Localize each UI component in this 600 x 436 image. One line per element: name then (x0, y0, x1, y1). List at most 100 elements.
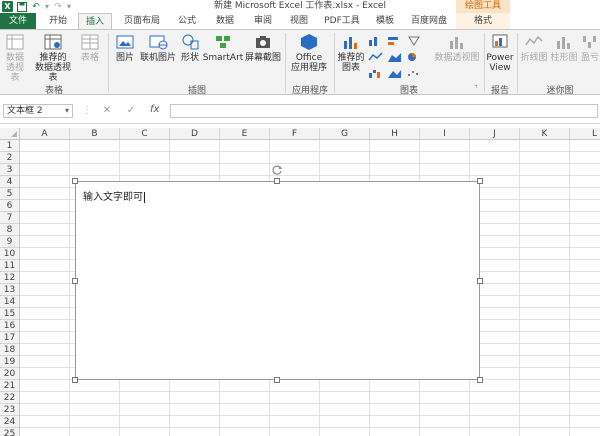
column-header[interactable]: B (70, 128, 120, 140)
resize-handle-right[interactable] (477, 278, 483, 284)
tab-pdf-tools[interactable]: PDF工具 (320, 13, 364, 29)
grid-line (20, 391, 600, 392)
tab-page-layout[interactable]: 页面布局 (118, 13, 166, 29)
row-header[interactable]: 1 (0, 140, 20, 152)
shapes-button[interactable]: 形状 (178, 33, 202, 63)
power-view-icon (492, 34, 508, 48)
row-header[interactable]: 23 (0, 404, 20, 416)
column-header[interactable]: D (170, 128, 220, 140)
column-chart-icon[interactable] (368, 36, 384, 46)
tab-data[interactable]: 数据 (210, 13, 240, 29)
column-header[interactable]: I (420, 128, 470, 140)
screenshot-label: 屏幕截图 (244, 53, 281, 63)
row-header[interactable]: 24 (0, 416, 20, 428)
sparkline-line-button[interactable]: 折线图 (520, 33, 548, 63)
column-header[interactable]: L (570, 128, 600, 140)
resize-handle-bottom-right[interactable] (477, 377, 483, 383)
pictures-button[interactable]: 图片 (112, 33, 138, 63)
select-all-button[interactable] (0, 128, 20, 140)
resize-handle-left[interactable] (72, 278, 78, 284)
column-header[interactable]: K (520, 128, 570, 140)
row-header[interactable]: 13 (0, 284, 20, 296)
tab-insert[interactable]: 插入 (78, 13, 112, 30)
row-header[interactable]: 18 (0, 344, 20, 356)
online-pictures-button[interactable]: 联机图片 (140, 33, 176, 63)
row-header[interactable]: 3 (0, 164, 20, 176)
combo-chart-icon[interactable] (387, 68, 403, 78)
bar-chart-icon[interactable] (387, 36, 403, 46)
insert-function-button[interactable]: fx (150, 104, 159, 115)
name-box[interactable]: 文本框 2 ▾ (3, 104, 73, 118)
sparkline-winloss-button[interactable]: 盈亏 (580, 33, 600, 63)
row-header[interactable]: 6 (0, 200, 20, 212)
grid-line (20, 163, 600, 164)
area-chart-icon[interactable] (387, 52, 403, 62)
column-header[interactable]: J (470, 128, 520, 140)
row-header[interactable]: 20 (0, 368, 20, 380)
resize-handle-bottom-left[interactable] (72, 377, 78, 383)
row-header[interactable]: 22 (0, 392, 20, 404)
tab-templates[interactable]: 模板 (370, 13, 400, 29)
column-header[interactable]: F (270, 128, 320, 140)
power-view-button[interactable]: Power View (486, 33, 514, 73)
rotate-handle-icon[interactable] (272, 165, 283, 176)
column-header[interactable]: H (370, 128, 420, 140)
charts-dialog-launcher-icon[interactable]: ⌝ (474, 84, 478, 93)
tab-formulas[interactable]: 公式 (172, 13, 202, 29)
screenshot-button[interactable]: 屏幕截图 (244, 33, 282, 63)
row-header[interactable]: 14 (0, 296, 20, 308)
waterfall-chart-icon[interactable] (368, 68, 384, 78)
resize-handle-bottom[interactable] (274, 377, 280, 383)
tab-view[interactable]: 视图 (284, 13, 314, 29)
scatter-chart-icon[interactable] (406, 68, 422, 78)
table-button[interactable]: 表格 (78, 33, 102, 63)
row-header[interactable]: 11 (0, 260, 20, 272)
pivot-table-button[interactable]: 数据 透视表 (2, 33, 28, 83)
row-header[interactable]: 9 (0, 236, 20, 248)
tab-home[interactable]: 开始 (42, 13, 74, 29)
tab-baidu-netdisk[interactable]: 百度网盘 (406, 13, 452, 29)
row-header[interactable]: 12 (0, 272, 20, 284)
row-header[interactable]: 16 (0, 320, 20, 332)
resize-handle-top-left[interactable] (72, 178, 78, 184)
tab-format[interactable]: 格式 (456, 13, 510, 29)
recommended-pivot-button[interactable]: 推荐的 数据透视表 (32, 33, 74, 83)
row-header[interactable]: 10 (0, 248, 20, 260)
tab-file[interactable]: 文件 (0, 13, 36, 29)
column-header[interactable]: A (20, 128, 70, 140)
pie-chart-icon[interactable] (406, 52, 422, 62)
row-header[interactable]: 4 (0, 176, 20, 188)
cancel-icon[interactable]: ✕ (100, 104, 114, 118)
row-header[interactable]: 17 (0, 332, 20, 344)
line-chart-icon[interactable] (368, 52, 384, 62)
column-header[interactable]: C (120, 128, 170, 140)
column-header[interactable]: G (320, 128, 370, 140)
hierarchy-chart-icon[interactable] (406, 36, 422, 46)
resize-handle-top[interactable] (274, 178, 280, 184)
office-apps-button[interactable]: Office 应用程序 (288, 33, 330, 73)
resize-handle-top-right[interactable] (477, 178, 483, 184)
row-header[interactable]: 2 (0, 152, 20, 164)
enter-icon[interactable]: ✓ (124, 104, 138, 118)
smartart-button[interactable]: SmartArt (203, 33, 243, 63)
name-box-dropdown-icon[interactable]: ▾ (65, 105, 69, 117)
pivot-chart-button[interactable]: 数据透视图 (434, 33, 480, 63)
sparkline-column-button[interactable]: 柱形图 (550, 33, 578, 63)
column-header[interactable]: E (220, 128, 270, 140)
recommended-pivot-icon (44, 34, 62, 50)
row-header[interactable]: 7 (0, 212, 20, 224)
text-box[interactable]: 输入文字即可 (75, 181, 480, 380)
row-header[interactable]: 25 (0, 428, 20, 436)
row-header[interactable]: 21 (0, 380, 20, 392)
row-header[interactable]: 8 (0, 224, 20, 236)
recommended-charts-button[interactable]: 推荐的 图表 (336, 33, 366, 73)
row-header[interactable]: 15 (0, 308, 20, 320)
row-header[interactable]: 19 (0, 356, 20, 368)
formula-input[interactable] (170, 104, 598, 118)
context-group-label: 绘图工具 (456, 0, 510, 13)
row-header[interactable]: 5 (0, 188, 20, 200)
grid-line (20, 415, 600, 416)
text-box-content[interactable]: 输入文字即可 (83, 188, 145, 203)
pivot-chart-label: 数据透视图 (434, 53, 480, 63)
tab-review[interactable]: 审阅 (248, 13, 278, 29)
